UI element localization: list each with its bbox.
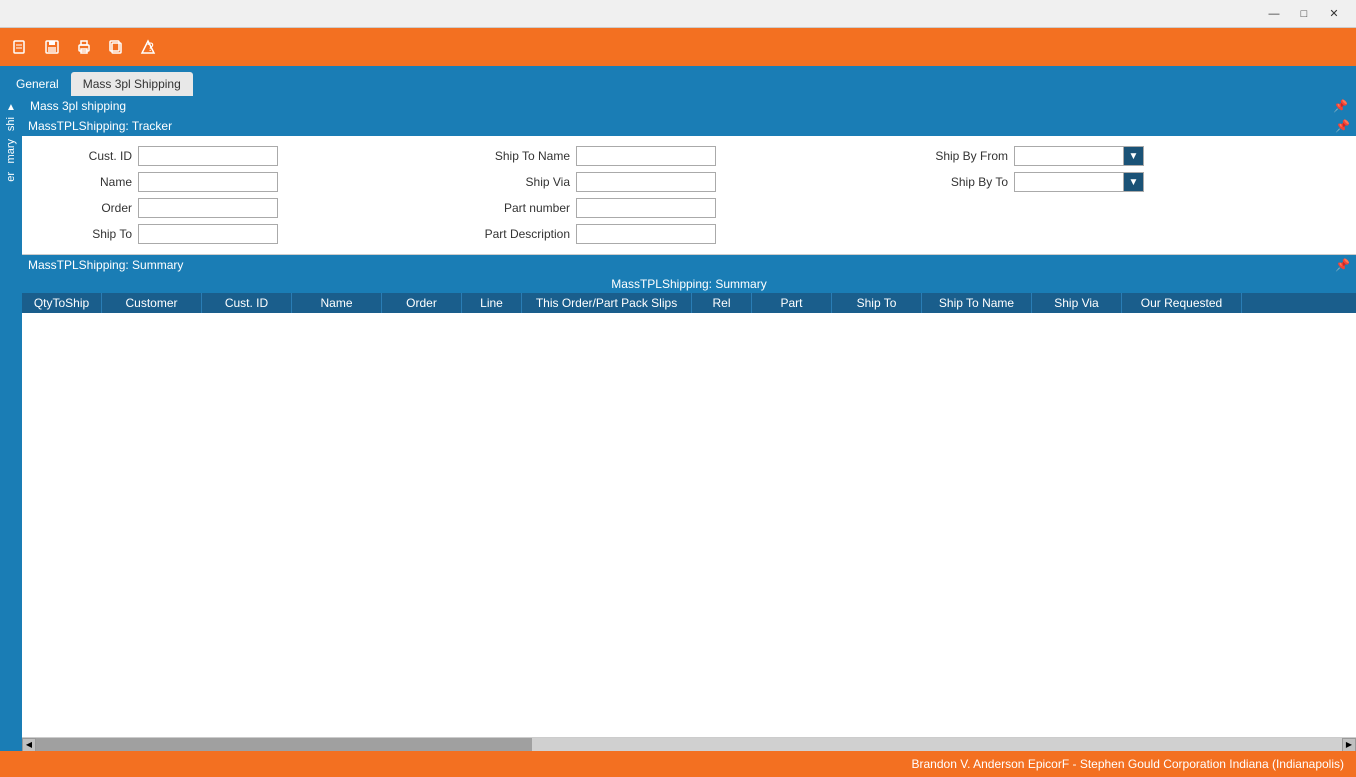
col-header-order: Order: [382, 293, 462, 313]
part-number-label: Part number: [480, 201, 570, 215]
ship-via-input[interactable]: [576, 172, 716, 192]
window-controls: — □ ✕: [1260, 3, 1348, 25]
col-header-shipto: Ship To: [832, 293, 922, 313]
sidebar-arrow-up[interactable]: ▲: [6, 102, 16, 113]
status-text: Brandon V. Anderson EpicorF - Stephen Go…: [912, 757, 1345, 771]
ship-by-to-input[interactable]: [1014, 172, 1124, 192]
ship-via-label: Ship Via: [480, 175, 570, 189]
col-header-shipvia: Ship Via: [1032, 293, 1122, 313]
summary-section-header: MassTPLShipping: Summary 📌: [22, 255, 1356, 275]
ship-by-from-dropdown[interactable]: ▼: [1124, 146, 1144, 166]
ship-to-label: Ship To: [42, 227, 132, 241]
col-header-name: Name: [292, 293, 382, 313]
copy-button[interactable]: [102, 33, 130, 61]
part-desc-label: Part Description: [480, 227, 570, 241]
cust-id-row: Cust. ID: [42, 146, 460, 166]
col-header-customer: Customer: [102, 293, 202, 313]
ship-to-name-input[interactable]: [576, 146, 716, 166]
col-header-packslips: This Order/Part Pack Slips: [522, 293, 692, 313]
mass3pl-pin[interactable]: 📌: [1333, 99, 1348, 113]
tracker-form: Cust. ID Name Order Ship To: [42, 146, 1336, 244]
ship-by-from-label: Ship By From: [918, 149, 1008, 163]
ship-by-to-dropdown[interactable]: ▼: [1124, 172, 1144, 192]
col-header-line: Line: [462, 293, 522, 313]
ship-to-input[interactable]: [138, 224, 278, 244]
scroll-left-button[interactable]: ◀: [22, 738, 36, 752]
col-header-qty: QtyToShip: [22, 293, 102, 313]
part-desc-input[interactable]: [576, 224, 716, 244]
part-number-row: Part number: [480, 198, 898, 218]
col-header-ourreq: Our Requested: [1122, 293, 1242, 313]
ship-to-row: Ship To: [42, 224, 460, 244]
scroll-thumb[interactable]: [36, 738, 532, 752]
scroll-right-button[interactable]: ▶: [1342, 738, 1356, 752]
cust-id-label: Cust. ID: [42, 149, 132, 163]
tracker-header-title: MassTPLShipping: Tracker: [28, 119, 172, 133]
cust-id-input[interactable]: [138, 146, 278, 166]
save-button[interactable]: [38, 33, 66, 61]
maximize-button[interactable]: □: [1290, 3, 1318, 25]
tracker-pin-icon[interactable]: 📌: [1335, 119, 1350, 133]
ship-by-from-input[interactable]: [1014, 146, 1124, 166]
col-header-shiptoname: Ship To Name: [922, 293, 1032, 313]
tab-general[interactable]: General: [4, 72, 71, 96]
mass3pl-title: Mass 3pl shipping: [30, 99, 126, 113]
ship-to-name-label: Ship To Name: [480, 149, 570, 163]
ship-to-name-row: Ship To Name: [480, 146, 898, 166]
order-label: Order: [42, 201, 132, 215]
main-content: ▲ shi mary er Mass 3pl shipping 📌 MassTP…: [0, 96, 1356, 751]
help-button[interactable]: ?: [134, 33, 162, 61]
table-header: QtyToShip Customer Cust. ID Name Order L…: [22, 293, 1356, 313]
minimize-button[interactable]: —: [1260, 3, 1288, 25]
sidebar-item-mary[interactable]: mary: [3, 135, 19, 167]
ship-by-to-row: Ship By To ▼: [918, 172, 1336, 192]
part-desc-row: Part Description: [480, 224, 898, 244]
ship-by-to-container: ▼: [1014, 172, 1144, 192]
print-button[interactable]: [70, 33, 98, 61]
close-button[interactable]: ✕: [1320, 3, 1348, 25]
mass3pl-header: Mass 3pl shipping 📌: [22, 96, 1356, 116]
ship-by-from-container: ▼: [1014, 146, 1144, 166]
table-body: [22, 313, 1356, 737]
order-row: Order: [42, 198, 460, 218]
summary-header-title: MassTPLShipping: Summary: [28, 258, 183, 272]
ship-by-from-row: Ship By From ▼: [918, 146, 1336, 166]
sidebar-item-shi[interactable]: shi: [3, 113, 19, 135]
toolbar: ?: [0, 28, 1356, 66]
tracker-section-header: MassTPLShipping: Tracker 📌: [22, 116, 1356, 136]
name-row: Name: [42, 172, 460, 192]
ship-by-to-label: Ship By To: [918, 175, 1008, 189]
tab-mass3pl[interactable]: Mass 3pl Shipping: [71, 72, 193, 96]
summary-pin-icon[interactable]: 📌: [1335, 258, 1350, 272]
part-number-input[interactable]: [576, 198, 716, 218]
sidebar-item-er[interactable]: er: [3, 168, 19, 186]
status-bar: Brandon V. Anderson EpicorF - Stephen Go…: [0, 751, 1356, 777]
col-header-rel: Rel: [692, 293, 752, 313]
name-input[interactable]: [138, 172, 278, 192]
name-label: Name: [42, 175, 132, 189]
summary-section: MassTPLShipping: Summary 📌 MassTPLShippi…: [22, 255, 1356, 751]
tab-bar: General Mass 3pl Shipping: [0, 66, 1356, 96]
new-button[interactable]: [6, 33, 34, 61]
horizontal-scrollbar: ◀ ▶: [22, 737, 1356, 751]
summary-table-title: MassTPLShipping: Summary: [22, 275, 1356, 293]
col-header-part: Part: [752, 293, 832, 313]
ship-via-row: Ship Via: [480, 172, 898, 192]
content-area: Mass 3pl shipping 📌 MassTPLShipping: Tra…: [22, 96, 1356, 751]
order-input[interactable]: [138, 198, 278, 218]
tracker-panel: Cust. ID Name Order Ship To: [22, 136, 1356, 255]
svg-text:?: ?: [147, 40, 154, 54]
scroll-track[interactable]: [36, 738, 1342, 752]
title-bar: — □ ✕: [0, 0, 1356, 28]
col-header-custid: Cust. ID: [202, 293, 292, 313]
sidebar: ▲ shi mary er: [0, 96, 22, 751]
